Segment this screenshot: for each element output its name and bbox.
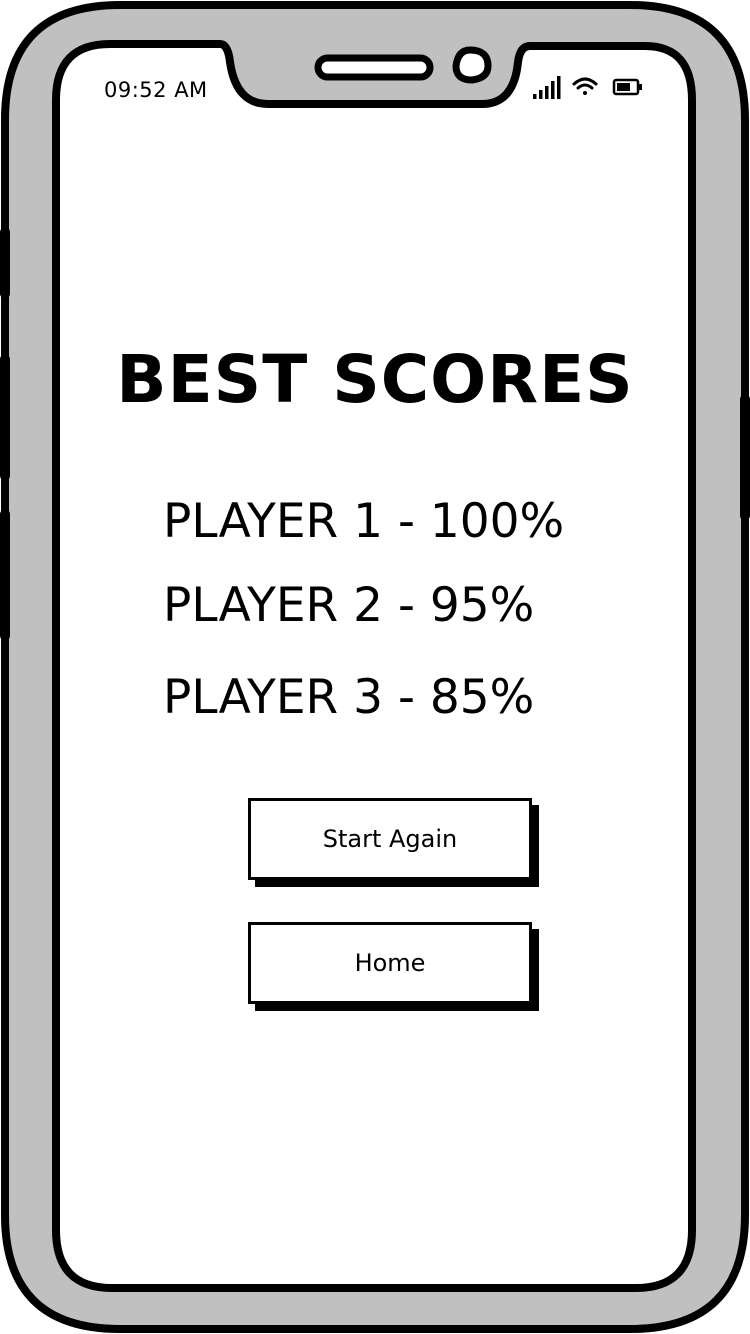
start-again-label: Start Again <box>322 825 458 853</box>
side-button-left-1 <box>0 228 10 298</box>
score-item: PLAYER 2 - 95% <box>163 578 535 633</box>
score-item: PLAYER 1 - 100% <box>163 494 565 549</box>
side-button-left-3 <box>0 510 10 640</box>
speaker-grille <box>314 54 434 81</box>
wifi-icon <box>572 77 598 95</box>
signal-icon <box>533 76 561 99</box>
score-list: PLAYER 1 - 100% PLAYER 2 - 95% PLAYER 3 … <box>163 492 564 728</box>
battery-icon <box>612 78 642 96</box>
start-again-button[interactable]: Start Again <box>248 798 532 880</box>
home-button[interactable]: Home <box>248 922 532 1004</box>
score-item: PLAYER 3 - 85% <box>163 670 535 725</box>
home-label: Home <box>354 949 426 977</box>
status-time: 09:52 AM <box>104 78 208 102</box>
page-title: BEST SCORES <box>116 341 634 418</box>
side-button-right <box>740 395 750 520</box>
front-camera <box>452 46 492 84</box>
side-button-left-2 <box>0 355 10 480</box>
status-icons <box>533 76 642 99</box>
